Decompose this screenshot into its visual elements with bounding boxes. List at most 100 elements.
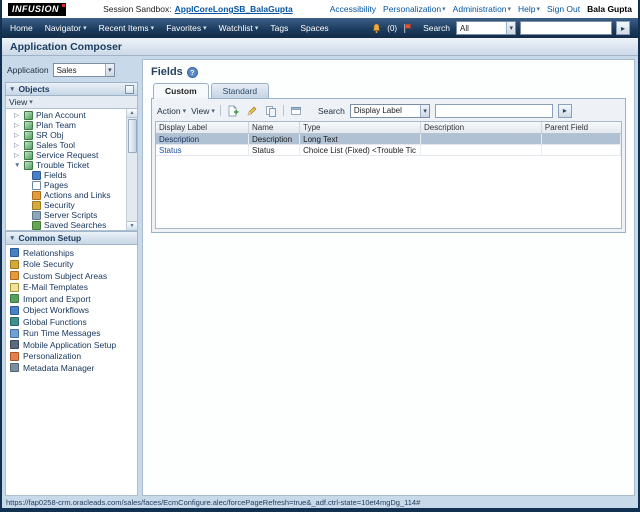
application-label: Application: [7, 65, 49, 75]
common-setup-item-import-and-export[interactable]: Import and Export: [6, 293, 137, 305]
collapse-panel-icon[interactable]: ▼: [9, 86, 15, 93]
go-arrow-icon: ▸: [562, 106, 567, 115]
nav-search-label: Search: [423, 23, 450, 33]
tree-item-plan-account[interactable]: ▷ Plan Account: [6, 110, 126, 120]
nav-spaces[interactable]: Spaces: [300, 23, 328, 33]
notification-count[interactable]: (0): [387, 24, 397, 33]
saved-searches-icon: [32, 220, 41, 230]
column-header-parent-field[interactable]: Parent Field: [542, 122, 621, 133]
objects-tree: ▷ Plan Account ▷ Plan Team ▷ SR Obj ▷ Sales …: [5, 109, 138, 231]
column-header-name[interactable]: Name: [249, 122, 301, 133]
table-row-status[interactable]: Status Status Choice List (Fixed) <Troub…: [156, 145, 621, 156]
common-setup-item-mobile-application-setup[interactable]: Mobile Application Setup: [6, 339, 137, 351]
tree-item-plan-team[interactable]: ▷ Plan Team: [6, 120, 126, 130]
duplicate-icon[interactable]: [264, 104, 278, 118]
tree-item-actions-and-links[interactable]: Actions and Links: [6, 190, 126, 200]
session-sandbox-link[interactable]: ApplCoreLongSB_BalaGupta: [175, 4, 293, 14]
help-icon[interactable]: ?: [186, 66, 198, 78]
notifications-bell-icon[interactable]: [369, 21, 383, 35]
personalization-menu[interactable]: Personalization ▾: [383, 4, 446, 14]
field-link[interactable]: Status: [159, 146, 182, 155]
tree-item-fields[interactable]: Fields: [6, 170, 126, 180]
cell-parent-field: [542, 134, 621, 144]
sign-out-link[interactable]: Sign Out: [547, 4, 580, 14]
action-menu[interactable]: Action ▾: [157, 106, 186, 116]
scroll-up-icon[interactable]: ▲: [126, 109, 137, 118]
common-setup-item-metadata-manager[interactable]: Metadata Manager: [6, 362, 137, 374]
common-setup-item-relationships[interactable]: Relationships: [6, 247, 137, 259]
expand-icon[interactable]: ▷: [14, 151, 21, 159]
fields-table: Display Label Name Type Description Pare…: [155, 121, 622, 229]
expand-icon[interactable]: ▷: [14, 111, 21, 119]
nav-home[interactable]: Home: [10, 23, 33, 33]
run-time-messages-icon: [10, 328, 19, 338]
detach-icon[interactable]: [289, 104, 303, 118]
help-menu[interactable]: Help ▾: [518, 4, 540, 14]
common-setup-list: Relationships Role Security Custom Subje…: [5, 245, 138, 496]
infusion-logo: INFUSION: [8, 2, 67, 16]
expand-icon[interactable]: ▷: [14, 131, 21, 139]
nav-tags[interactable]: Tags: [270, 23, 288, 33]
collapse-panel-icon[interactable]: ▼: [9, 235, 15, 242]
table-search-input[interactable]: [434, 103, 553, 118]
edit-icon[interactable]: [245, 104, 259, 118]
common-setup-item-global-functions[interactable]: Global Functions: [6, 316, 137, 328]
fields-title: Fields: [151, 66, 183, 78]
common-setup-item-run-time-messages[interactable]: Run Time Messages: [6, 328, 137, 340]
column-header-display-label[interactable]: Display Label: [156, 122, 249, 133]
expand-icon[interactable]: ▷: [14, 141, 21, 149]
nav-navigator[interactable]: Navigator ▾: [45, 23, 87, 33]
chevron-down-icon: ▾: [150, 25, 155, 32]
tree-toolbar: View ▾: [5, 96, 138, 109]
tree-item-pages[interactable]: Pages: [6, 180, 126, 190]
common-setup-item-email-templates[interactable]: E-Mail Templates: [6, 282, 137, 294]
collapse-icon[interactable]: ▼: [14, 162, 21, 169]
nav-watchlist[interactable]: Watchlist ▾: [219, 23, 259, 33]
tree-item-trouble-ticket[interactable]: ▼ Trouble Ticket: [6, 160, 126, 170]
object-icon: [24, 140, 33, 150]
flag-icon[interactable]: [401, 21, 415, 35]
column-header-description[interactable]: Description: [421, 122, 542, 133]
tree-item-service-request[interactable]: ▷ Service Request: [6, 150, 126, 160]
toolbar-separator: [219, 105, 221, 116]
common-setup-item-object-workflows[interactable]: Object Workflows: [6, 305, 137, 317]
cell-description: [421, 145, 542, 155]
content-area: Application Sales ▾ ▼ Objects View ▾ ▷ Plan…: [2, 56, 638, 496]
common-setup-item-personalization[interactable]: Personalization: [6, 351, 137, 363]
create-icon[interactable]: [226, 104, 240, 118]
tree-item-saved-searches[interactable]: Saved Searches: [6, 220, 126, 230]
tree-item-security[interactable]: Security: [6, 200, 126, 210]
nav-favorites[interactable]: Favorites ▾: [166, 23, 206, 33]
scroll-down-icon[interactable]: ▼: [126, 221, 137, 230]
column-header-type[interactable]: Type: [300, 122, 422, 133]
tree-item-server-scripts[interactable]: Server Scripts: [6, 210, 126, 220]
objects-panel-header[interactable]: ▼ Objects: [5, 82, 138, 96]
tree-item-sr-obj[interactable]: ▷ SR Obj: [6, 130, 126, 140]
tab-standard[interactable]: Standard: [210, 83, 270, 98]
tree-item-sales-tool[interactable]: ▷ Sales Tool: [6, 140, 126, 150]
table-search-go-button[interactable]: ▸: [557, 103, 572, 118]
tree-scrollbar[interactable]: ▲ ▼: [126, 109, 137, 230]
expand-pane-icon[interactable]: [125, 84, 134, 94]
common-setup-item-role-security[interactable]: Role Security: [6, 259, 137, 271]
expand-icon[interactable]: ▷: [14, 121, 21, 129]
scrollbar-thumb[interactable]: [127, 119, 137, 153]
nav-search-input[interactable]: [520, 21, 612, 35]
common-setup-header[interactable]: ▼ Common Setup: [5, 231, 138, 245]
nav-recent-items[interactable]: Recent Items ▾: [99, 23, 155, 33]
table-view-menu[interactable]: View ▾: [191, 106, 215, 116]
objects-panel-title: Objects: [18, 84, 50, 94]
email-templates-icon: [10, 282, 19, 292]
accessibility-link[interactable]: Accessibility: [330, 4, 376, 14]
chevron-down-icon: ▾: [203, 25, 207, 32]
application-select[interactable]: Sales ▾: [52, 63, 115, 77]
tree-view-menu[interactable]: View ▾: [9, 97, 33, 107]
nav-search-go-button[interactable]: ▸: [616, 21, 630, 35]
field-link[interactable]: Description: [159, 135, 199, 144]
tab-custom[interactable]: Custom: [153, 83, 209, 99]
common-setup-item-custom-subject-areas[interactable]: Custom Subject Areas: [6, 270, 137, 282]
search-column-select[interactable]: Display Label ▾: [349, 103, 430, 118]
search-scope-select[interactable]: All ▾: [456, 21, 516, 35]
administration-menu[interactable]: Administration ▾: [453, 4, 511, 14]
table-row-description[interactable]: Description Description Long Text: [156, 134, 621, 145]
